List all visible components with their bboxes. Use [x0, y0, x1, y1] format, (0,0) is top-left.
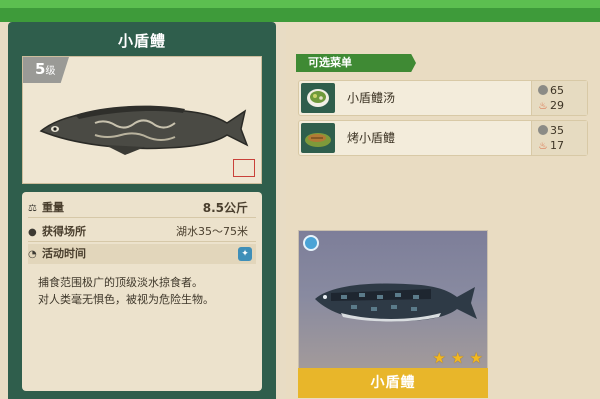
flame-value: 29 — [550, 99, 564, 112]
activity-time-label: 活动时间 — [42, 247, 86, 260]
hint-bulb-icon[interactable]: ✦ — [238, 247, 252, 261]
flame-stat: ♨ 29 — [538, 99, 564, 113]
menu-item-grilled[interactable]: 烤小盾鳢 35 ♨ 17 — [298, 120, 588, 156]
description-line-1: 捕食范围极广的顶级淡水掠食者。 — [38, 276, 203, 289]
level-unit: 级 — [45, 66, 56, 77]
soup-bowl-graphic — [307, 89, 329, 107]
fish-info-card: ⚖ 重量 8.5公斤 ● 获得场所 湖水35～75米 ◔ 活动时间 ✦ 捕食范围极广的… — [22, 192, 262, 391]
fish-detail-panel: 小盾鳢 5级 ⚖ 重量 8.5公斤 ● 获得场所 湖水35～75米 ◔ 活动时间 ✦ … — [8, 22, 276, 399]
fish-title: 小盾鳢 — [117, 32, 166, 50]
soup-bowl-icon — [301, 83, 335, 113]
level-badge: 5级 — [23, 57, 69, 83]
dish-stats: 35 ♨ 17 — [531, 121, 587, 155]
fish-description: 捕食范围极广的顶级淡水掠食者。 对人类毫无惧色，被视为危险生物。 — [38, 274, 253, 308]
scale-icon: ⚖ — [28, 203, 37, 214]
coin-stat: 65 — [538, 84, 564, 98]
top-stripe-highlight — [0, 0, 600, 8]
weight-label: 重量 — [42, 201, 64, 214]
fish-illustration — [39, 105, 249, 155]
sun-weather-icon — [303, 235, 319, 251]
flame-icon: ♨ — [538, 101, 548, 112]
dish-stats: 65 ♨ 29 — [531, 81, 587, 115]
grilled-fish-graphic — [305, 133, 331, 147]
weight-value: 8.5公斤 — [202, 201, 248, 215]
fish-illustration-card: 5级 — [22, 56, 262, 184]
menu-section-title: 可选菜单 — [296, 54, 416, 72]
coin-icon — [538, 125, 548, 135]
coin-icon — [538, 85, 548, 95]
flame-stat: ♨ 17 — [538, 139, 564, 153]
top-stripe — [0, 0, 600, 22]
location-pin-icon: ● — [28, 227, 37, 238]
coin-stat: 35 — [538, 124, 564, 138]
fish-name-bar: 小盾鳢 — [298, 368, 488, 398]
location-label: 获得场所 — [42, 225, 86, 238]
dish-name: 小盾鳢汤 — [347, 91, 396, 105]
level-number: 5 — [35, 60, 46, 78]
fish-3d-model — [315, 283, 477, 322]
fish-3d-card: ★ ★ ★ — [298, 230, 488, 374]
description-line-2: 对人类毫无惧色，被视为危险生物。 — [38, 293, 214, 306]
coin-value: 35 — [550, 124, 564, 137]
dish-name: 烤小盾鳢 — [347, 131, 396, 145]
grilled-fish-icon — [301, 123, 335, 153]
activity-time-row: ◔ 活动时间 ✦ — [28, 244, 256, 264]
coin-value: 65 — [550, 84, 564, 97]
artist-seal — [233, 159, 255, 177]
star-icon: ★ — [451, 349, 465, 367]
star-rating: ★ ★ ★ — [432, 348, 483, 367]
weight-row: ⚖ 重量 8.5公斤 — [28, 198, 256, 218]
menu-item-soup[interactable]: 小盾鳢汤 65 ♨ 29 — [298, 80, 588, 116]
clock-icon: ◔ — [28, 249, 37, 260]
star-icon: ★ — [469, 349, 483, 367]
flame-icon: ♨ — [538, 141, 548, 152]
star-icon: ★ — [432, 349, 446, 367]
location-value: 湖水35～75米 — [176, 225, 248, 238]
location-row: ● 获得场所 湖水35～75米 — [28, 222, 256, 242]
menu-panel: 可选菜单 小盾鳢汤 65 ♨ 29 烤小盾鳢 35 ♨ 17 ★ ★ ★ 小盾鳢 — [286, 22, 600, 399]
flame-value: 17 — [550, 139, 564, 152]
